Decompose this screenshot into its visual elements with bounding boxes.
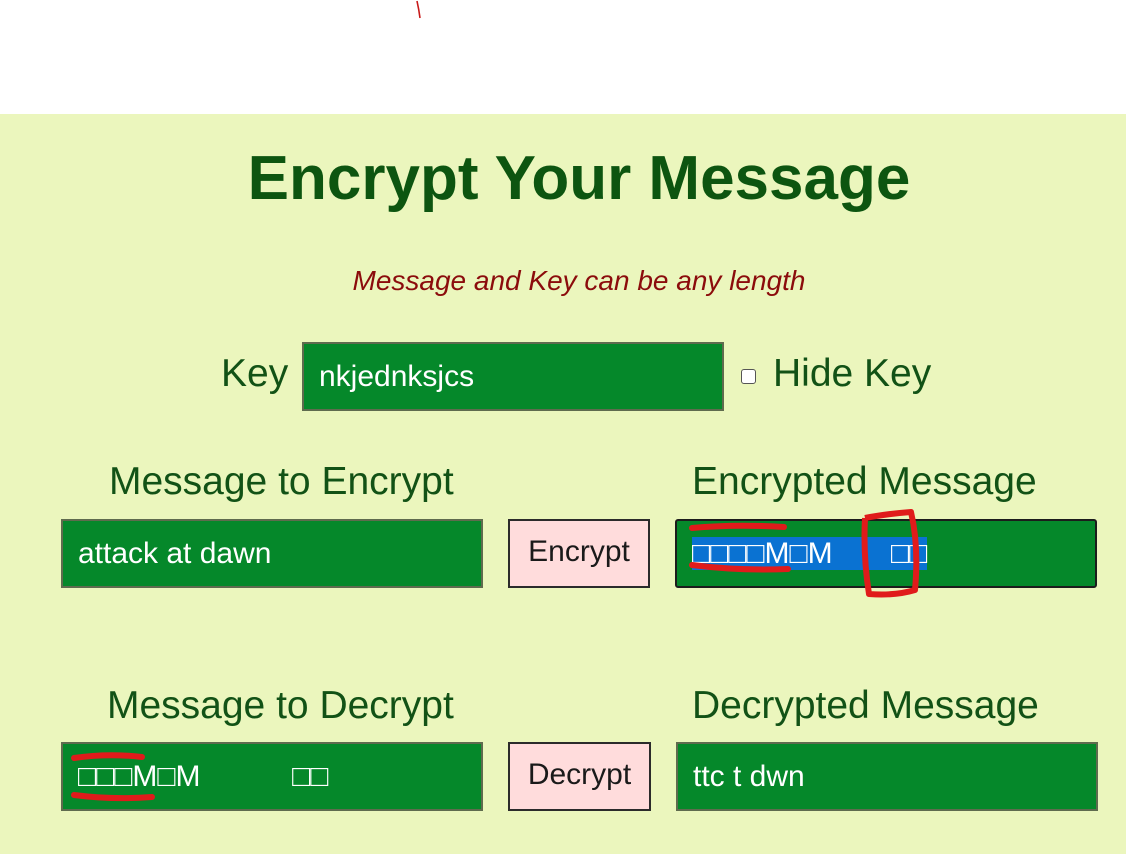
message-to-encrypt-input[interactable]: attack at dawn (61, 519, 483, 588)
decrypt-input-gap (200, 760, 292, 793)
key-label: Key (221, 352, 289, 395)
encrypted-message-label: Encrypted Message (692, 460, 1037, 503)
message-to-encrypt-label: Message to Encrypt (109, 460, 454, 503)
message-to-decrypt-label: Message to Decrypt (107, 684, 454, 727)
decrypted-message-label: Decrypted Message (692, 684, 1039, 727)
decrypt-input-text: □□□M□M (78, 760, 201, 793)
decrypt-input-tail: □□ (292, 760, 329, 793)
encrypted-selected-gap (832, 537, 891, 570)
annotation-top-stroke (416, 0, 421, 19)
page: Encrypt Your Message Message and Key can… (0, 0, 1126, 854)
page-title: Encrypt Your Message (247, 144, 911, 213)
hide-key-checkbox[interactable] (741, 369, 756, 384)
message-to-decrypt-input[interactable]: □□□M□M □□ (61, 742, 483, 811)
hide-key-label: Hide Key (773, 352, 932, 395)
decrypt-button[interactable]: Decrypt (508, 742, 651, 811)
key-input[interactable]: nkjednksjcs (302, 342, 724, 411)
encrypted-message-output[interactable]: □□□□M□M □□ (675, 519, 1097, 588)
encrypted-selected-tail: □□ (890, 537, 928, 570)
page-subtitle: Message and Key can be any length (352, 265, 806, 296)
decrypted-message-output[interactable]: ttc t dwn (676, 742, 1098, 811)
encrypted-selected-text: □□□□M□M (692, 537, 833, 570)
encrypt-button[interactable]: Encrypt (508, 519, 650, 588)
